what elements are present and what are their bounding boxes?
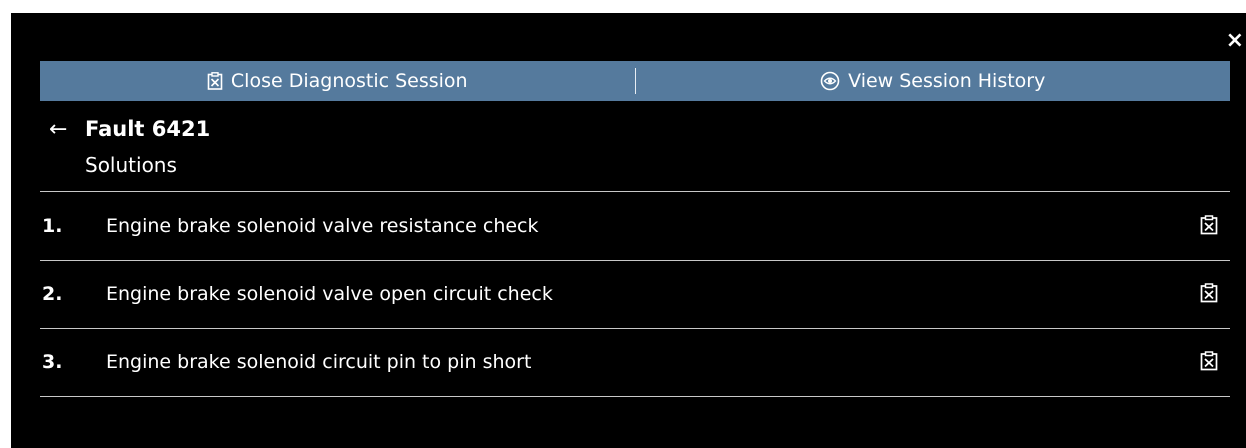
solutions-list: 1. Engine brake solenoid valve resistanc…	[40, 193, 1230, 397]
window-left-edge	[0, 13, 11, 448]
page-title: Fault 6421	[85, 117, 211, 141]
solution-number: 3.	[42, 351, 63, 373]
eye-circle-icon	[820, 71, 840, 91]
clipboard-x-icon[interactable]	[1200, 215, 1218, 239]
solution-item[interactable]: 1. Engine brake solenoid valve resistanc…	[40, 193, 1230, 261]
solution-label: Engine brake solenoid valve open circuit…	[106, 283, 553, 305]
clipboard-x-icon[interactable]	[1200, 283, 1218, 307]
back-arrow-icon[interactable]: ←	[49, 118, 67, 142]
clipboard-x-icon[interactable]	[1200, 351, 1218, 375]
solution-label: Engine brake solenoid circuit pin to pin…	[106, 351, 532, 373]
header-divider	[40, 191, 1230, 192]
view-session-history-label: View Session History	[848, 70, 1046, 92]
action-bar: Close Diagnostic Session View Session Hi…	[40, 61, 1230, 101]
solution-number: 1.	[42, 215, 63, 237]
close-diagnostic-session-label: Close Diagnostic Session	[230, 70, 468, 92]
solution-number: 2.	[42, 283, 63, 305]
close-diagnostic-session-button[interactable]: Close Diagnostic Session	[40, 61, 635, 101]
view-session-history-button[interactable]: View Session History	[636, 61, 1231, 101]
solution-label: Engine brake solenoid valve resistance c…	[106, 215, 539, 237]
clipboard-x-icon	[207, 72, 223, 90]
solution-item[interactable]: 3. Engine brake solenoid circuit pin to …	[40, 329, 1230, 397]
close-window-button[interactable]: ×	[1226, 30, 1244, 52]
solution-item[interactable]: 2. Engine brake solenoid valve open circ…	[40, 261, 1230, 329]
diagnostic-window: × Close Diagnostic Session View Session …	[11, 13, 1246, 448]
page-subtitle: Solutions	[85, 153, 177, 177]
